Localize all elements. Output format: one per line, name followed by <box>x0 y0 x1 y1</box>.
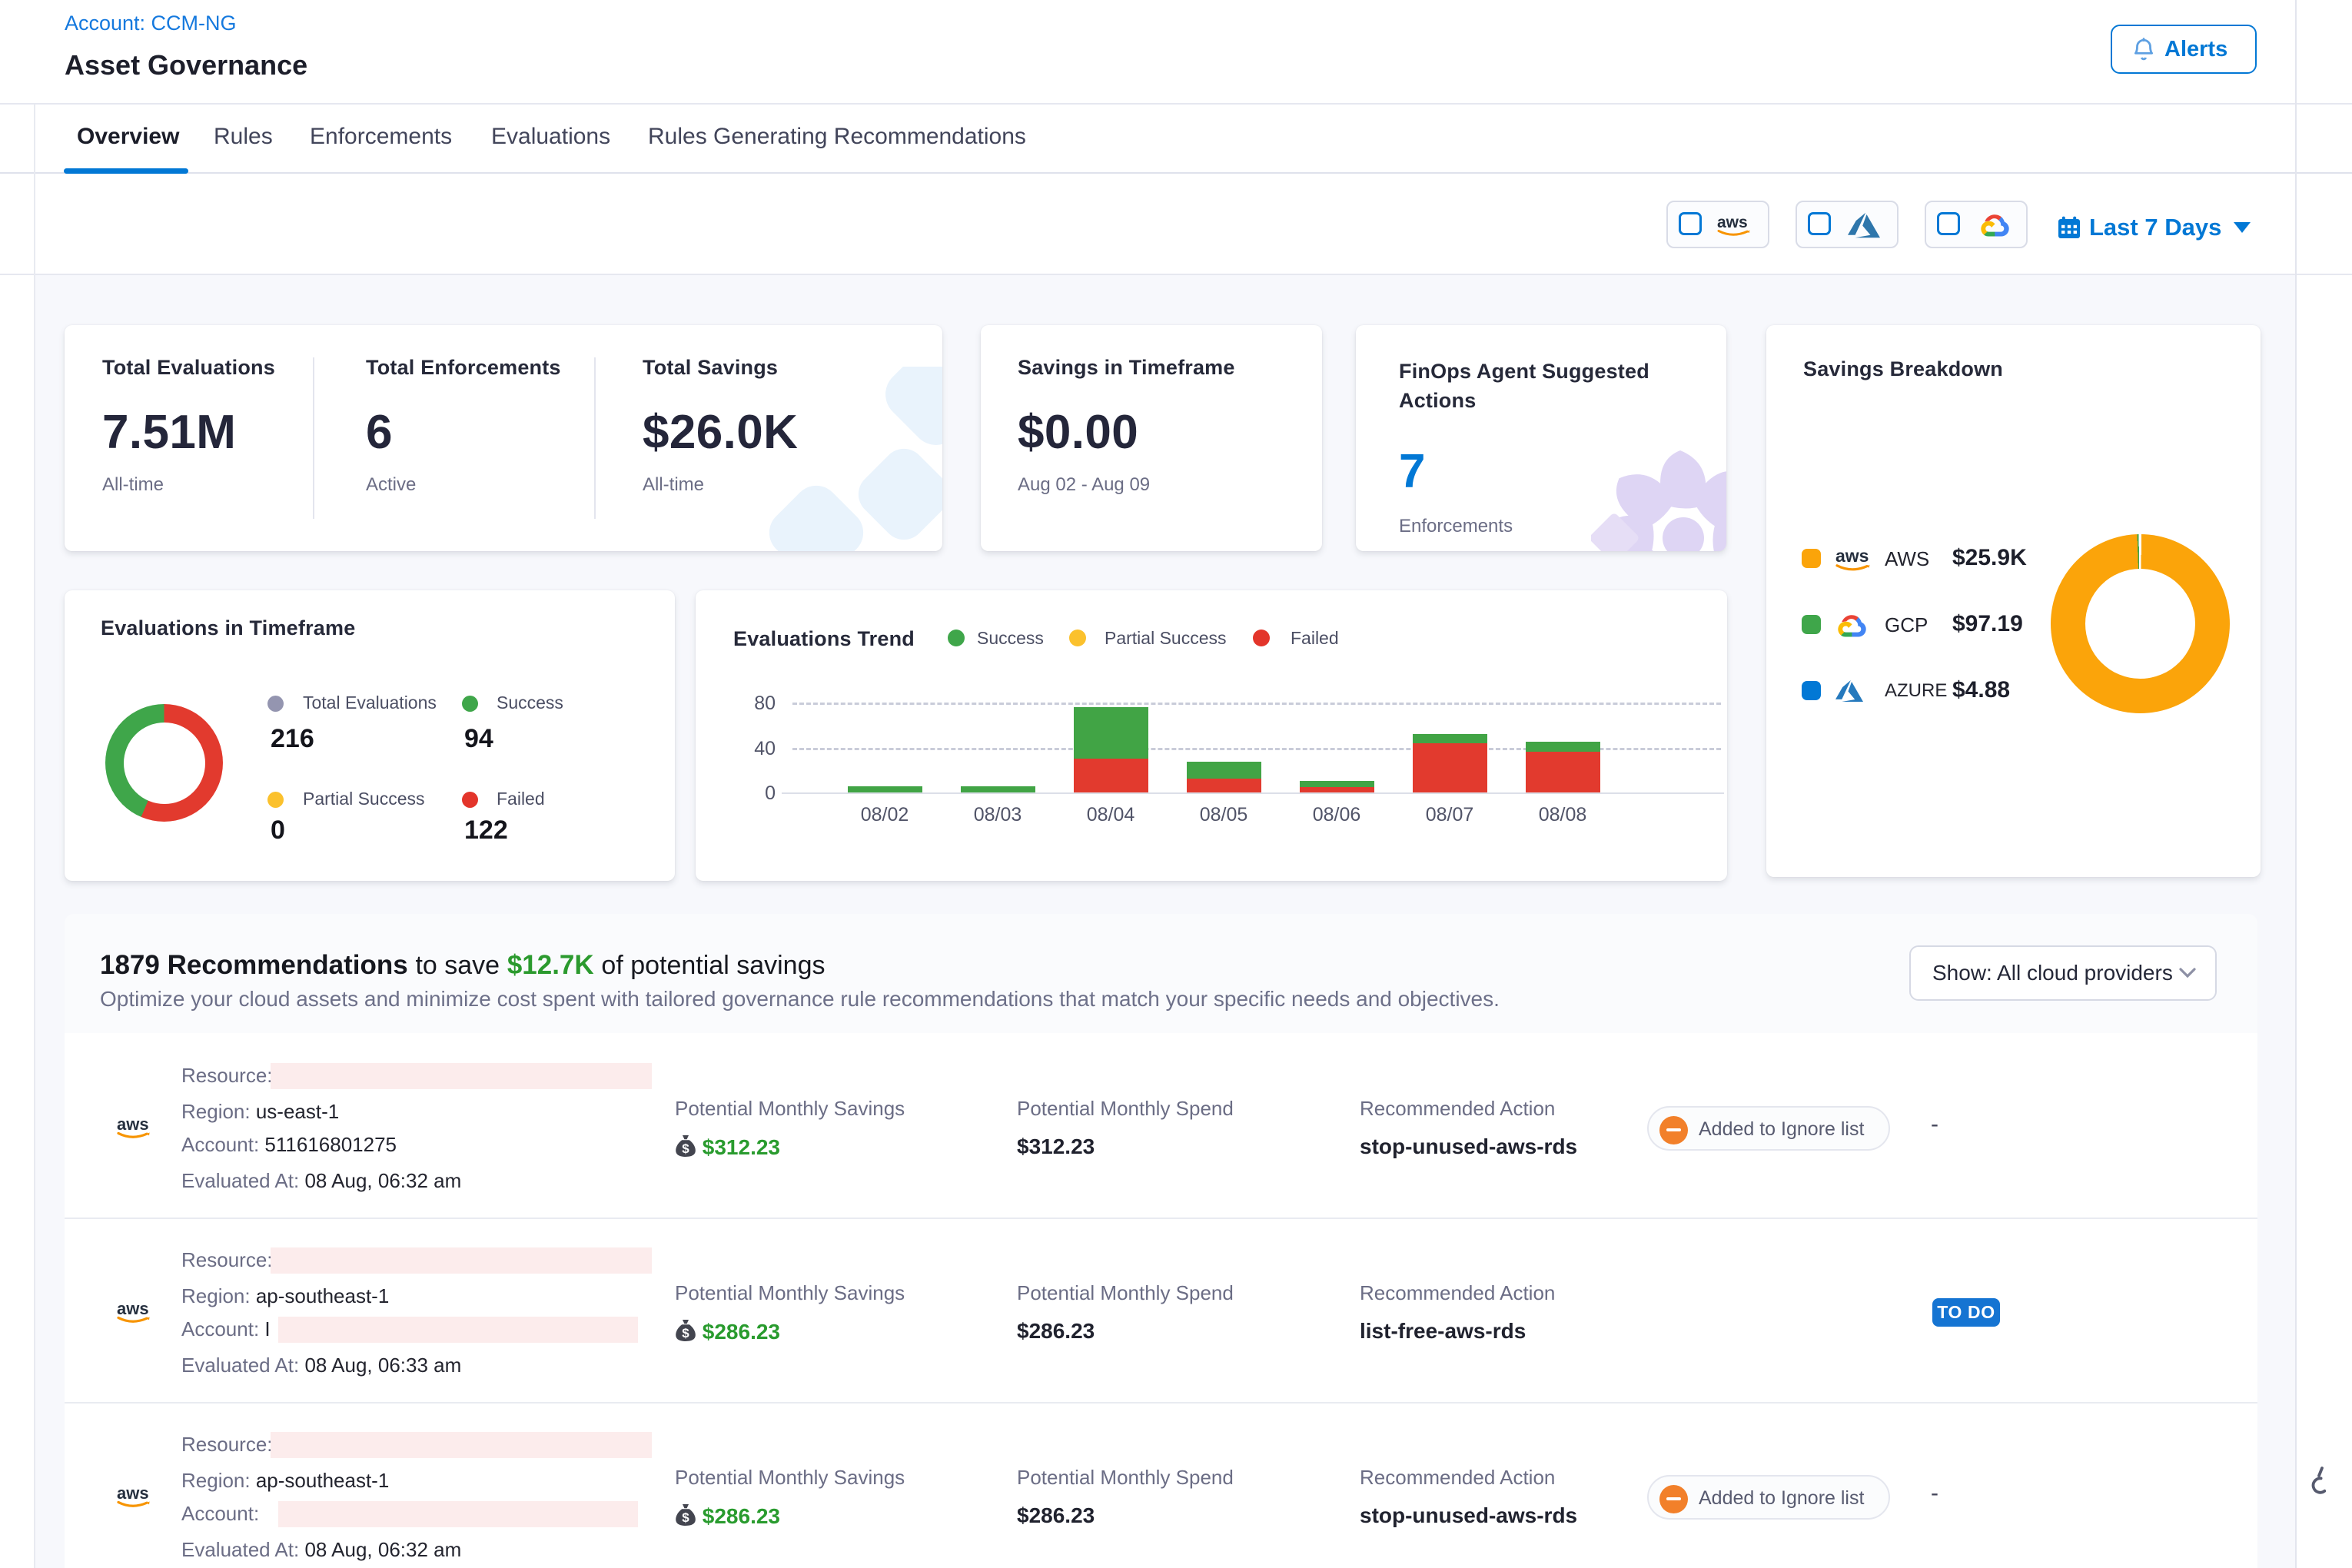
svg-text:aws: aws <box>1717 214 1748 231</box>
svg-text:aws: aws <box>117 1483 149 1503</box>
svg-text:$: $ <box>682 1510 689 1525</box>
svg-text:$: $ <box>682 1141 689 1156</box>
svg-text:aws: aws <box>117 1115 149 1134</box>
svg-text:aws: aws <box>117 1299 149 1318</box>
svg-text:$: $ <box>682 1326 689 1340</box>
svg-text:aws: aws <box>1835 546 1869 566</box>
